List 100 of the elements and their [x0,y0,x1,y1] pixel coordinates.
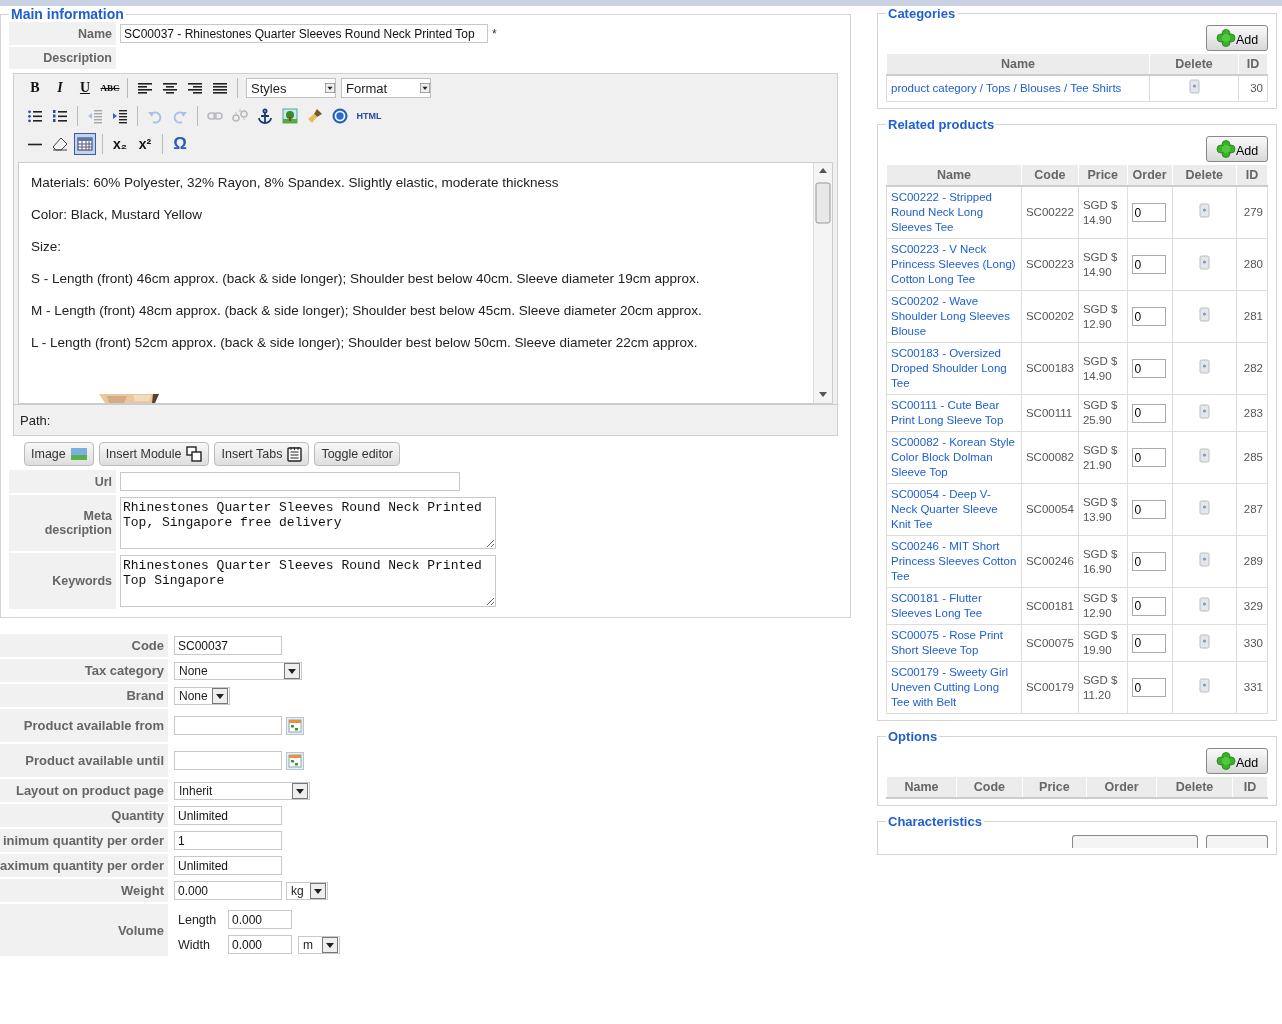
order-field[interactable]: 0 [1131,448,1166,467]
bold-button[interactable]: B [24,77,46,99]
trash-icon[interactable] [1198,255,1210,270]
text-field[interactable]: 0.000 [228,910,292,929]
table-cell: SC00111 [1021,394,1079,432]
text-field[interactable] [120,472,460,491]
calendar-icon[interactable] [286,751,304,770]
justify-icon [212,80,228,96]
table-cell: SC00246 [1021,535,1079,588]
field-label: aximum quantity per order [0,858,164,873]
superscript-button[interactable]: x² [134,133,156,155]
trash-icon[interactable] [1198,552,1210,567]
column-header: Name [886,164,1022,186]
order-field[interactable]: 0 [1131,633,1166,653]
image-button[interactable] [279,105,301,127]
dropdown[interactable]: None [174,661,302,680]
dropdown[interactable]: Styles [246,78,336,98]
column-header: ID [1232,776,1268,798]
italic-button[interactable]: I [49,77,71,99]
add-button[interactable]: Add [1206,25,1268,51]
field-label: Width [178,937,211,952]
path-label: Path: [20,412,51,428]
strikethrough-button[interactable]: ABC [99,77,121,99]
table-cell: 281 [1236,290,1268,343]
unlink-icon [232,108,248,124]
button[interactable] [1072,835,1198,848]
order-field[interactable]: 0 [1131,203,1166,222]
text-field[interactable]: SC00037 [174,636,282,655]
order-field[interactable]: 0 [1131,359,1166,378]
column-header: Order [1127,164,1173,186]
column-header: Price [1078,164,1128,186]
date-field[interactable] [174,751,282,770]
underline-button[interactable]: U [74,77,96,99]
trash-icon[interactable] [1198,203,1210,218]
text-field[interactable]: 0.000 [174,881,282,900]
add-button[interactable]: Add [1206,748,1268,774]
special-character-button[interactable]: Ω [169,133,191,155]
table-cell: SGD $ 25.90 [1078,394,1128,432]
image-icon [70,448,87,460]
table-cell: SC00202 [1021,290,1079,343]
table-cell: SC00223 [1021,238,1079,291]
column-header: Code [1021,164,1079,186]
order-field[interactable]: 0 [1131,596,1166,616]
add-button[interactable]: Add [1206,136,1268,162]
editor-button[interactable]: Insert Module [98,442,210,466]
required-mark: * [492,26,497,41]
dropdown[interactable]: Inherit [174,781,310,800]
table-icon [77,136,93,152]
text-field[interactable]: Unlimited [174,806,282,825]
date-field[interactable] [174,716,282,735]
outdent-icon [87,108,103,124]
table-cell: SC00183 [1021,342,1079,395]
bulleted-list-icon [27,108,43,124]
calendar-icon[interactable] [286,716,304,735]
trash-icon[interactable] [1198,678,1210,693]
scrollbar[interactable] [813,163,832,403]
trash-icon[interactable] [1198,596,1210,612]
dropdown[interactable]: None [174,686,230,705]
align-right-icon [187,80,203,96]
column-header: Name [886,776,957,798]
trash-icon[interactable] [1198,500,1210,515]
dropdown[interactable]: Format [341,78,431,98]
order-field[interactable]: 0 [1131,678,1166,697]
table-cell: 329 [1236,587,1268,625]
subscript-button[interactable]: x₂ [109,133,131,155]
table-button[interactable] [74,133,96,155]
text-field[interactable]: 0.000 [228,935,292,954]
trash-icon[interactable] [1198,403,1210,419]
button[interactable] [1206,835,1268,848]
order-field[interactable]: 0 [1131,307,1166,326]
field-label: Meta description [43,509,112,537]
order-field[interactable]: 0 [1131,403,1166,423]
align-left-icon [137,80,153,96]
table-cell: SGD $ 14.90 [1078,186,1128,239]
trash-icon[interactable] [1198,448,1210,463]
column-header: Code [956,776,1023,798]
brush-icon [307,108,323,124]
trash-icon[interactable] [1198,633,1210,649]
trash-icon[interactable] [1198,359,1210,374]
table-cell: 289 [1236,535,1268,588]
html-button[interactable]: HTML [354,105,384,127]
editor-button[interactable]: Image [24,442,94,466]
editor-button[interactable]: Insert Tabs [214,442,310,466]
trash-icon[interactable] [1188,79,1200,94]
table-cell: SGD $ 13.90 [1078,483,1128,536]
text-field[interactable]: Unlimited [174,856,282,875]
unit-dropdown[interactable]: kg [286,881,328,900]
text-area[interactable]: Rhinestones Quarter Sleeves Round Neck Printed Top, Singapore free delivery [120,497,496,549]
text-field[interactable]: 1 [174,831,282,850]
table-cell: SGD $ 11.20 [1078,661,1128,714]
order-field[interactable]: 0 [1131,552,1166,571]
unit-dropdown[interactable]: m [298,935,340,954]
order-field[interactable]: 0 [1131,255,1166,274]
editor-button[interactable]: Toggle editor [314,442,400,466]
order-field[interactable]: 0 [1131,500,1166,519]
text-area[interactable]: Rhinestones Quarter Sleeves Round Neck Printed Top Singapore [120,555,496,607]
indent-icon [112,108,128,124]
text-field[interactable]: SC00037 - Rhinestones Quarter Sleeves Round Neck Printed Top [120,24,488,43]
eraser-icon [52,136,68,152]
trash-icon[interactable] [1198,307,1210,322]
